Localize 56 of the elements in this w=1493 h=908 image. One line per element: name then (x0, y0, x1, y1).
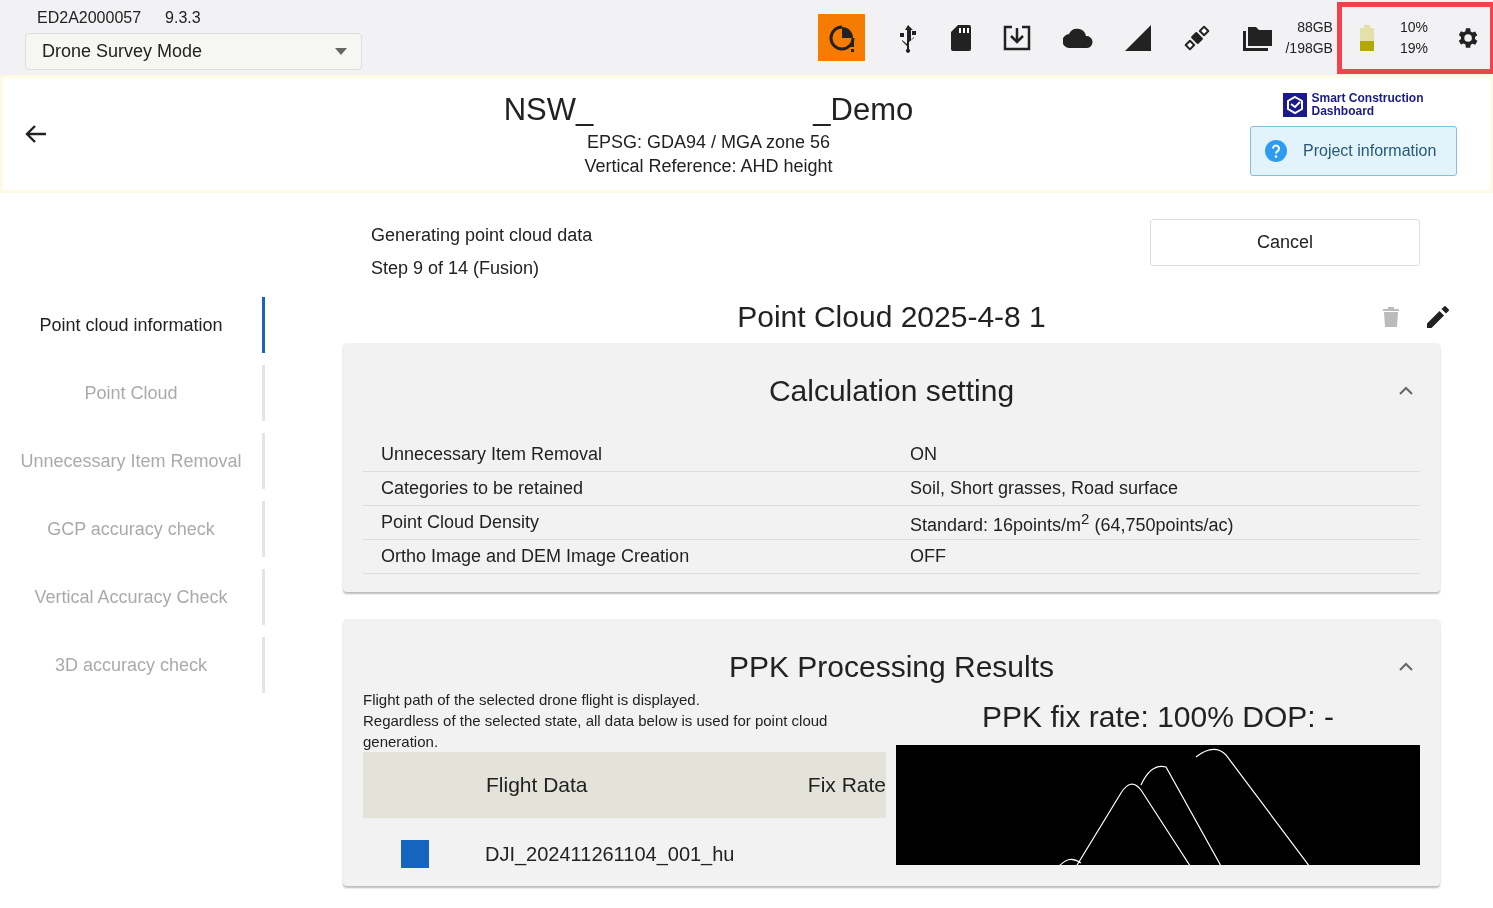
logo-text: Dashboard (1311, 105, 1376, 118)
setting-label: Point Cloud Density (381, 512, 541, 533)
project-title: NSW_ (503, 91, 594, 129)
vertical-reference: Vertical Reference: AHD height (584, 155, 833, 178)
storage-total: /198GB (1285, 38, 1333, 58)
note-text: Regardless of the selected state, all data below is used for point cloud generation. (363, 711, 829, 752)
chevron-icon[interactable] (1399, 662, 1413, 671)
folders-icon[interactable] (1243, 24, 1274, 51)
status-text: Generating point cloud data (371, 224, 593, 247)
project-title: _Demo (813, 91, 914, 129)
app-version: 9.3.3 (165, 9, 201, 27)
battery-reading: 19% (1399, 38, 1428, 58)
note-text: Flight path of the selected drone flight is displayed. (363, 690, 701, 710)
sidebar-item[interactable]: Vertical Accuracy Check (0, 569, 265, 625)
coordinate-system: EPSG: GDA94 / MGA zone 56 (586, 131, 831, 154)
serial-number: ED2A2000057 (37, 9, 142, 27)
logo-text: Smart Construction (1311, 92, 1424, 105)
cancel-button[interactable]: Cancel (1150, 219, 1420, 266)
back-arrow-icon[interactable] (25, 124, 47, 144)
battery-icon (1359, 24, 1374, 51)
signal-icon[interactable] (1125, 24, 1152, 51)
caret-icon (335, 48, 347, 55)
section-title: PPK Processing Results (728, 649, 1055, 684)
download-icon[interactable] (1003, 24, 1032, 51)
help-icon (1265, 140, 1287, 162)
setting-value: OFF (910, 546, 946, 567)
flight-data-name: DJI_202411261104_001_hu (485, 842, 735, 866)
setting-label: Unnecessary Item Removal (381, 444, 604, 465)
column-header: Flight Data (486, 773, 588, 797)
setting-value: Soil, Short grasses, Road surface (910, 478, 1179, 499)
mode-dropdown[interactable]: Drone Survey Mode (25, 33, 362, 70)
setting-value: Standard: 16points/m$^{2}$ (64,750points/ac) (910, 509, 1234, 536)
sidebar-item[interactable]: GCP accuracy check (0, 501, 265, 557)
sidebar-item[interactable]: Unnecessary Item Removal (0, 433, 265, 489)
column-header: Fix Rate (807, 773, 886, 797)
satellite-icon[interactable] (1183, 23, 1212, 52)
cloud-icon[interactable] (1063, 27, 1094, 48)
chevron-icon[interactable] (1399, 386, 1413, 395)
fix-rate-text: PPK fix rate: 100% DOP: - (982, 699, 1334, 735)
setting-label: Ortho Image and DEM Image Creation (381, 546, 691, 567)
setting-label: Categories to be retained (381, 478, 585, 499)
setting-value: ON (910, 444, 937, 465)
battery-reading: 10% (1399, 17, 1428, 37)
project-info-button[interactable]: Project information (1250, 126, 1457, 176)
checkbox[interactable] (401, 840, 429, 868)
storage-free: 88GB (1297, 17, 1333, 37)
sidebar-item[interactable]: Point cloud information (0, 297, 265, 353)
sd-card-icon[interactable] (951, 24, 972, 51)
point-cloud-title: Point Cloud 2025-4-8 1 (737, 300, 1046, 333)
sidebar-item[interactable]: 3D accuracy check (0, 637, 265, 693)
processing-alert-icon[interactable] (818, 14, 866, 61)
section-title: Calculation setting (768, 373, 1015, 408)
step-text: Step 9 of 14 (Fusion) (371, 257, 541, 280)
logo-icon (1283, 93, 1308, 117)
edit-pencil-icon[interactable] (1427, 306, 1449, 328)
sidebar-item[interactable]: Point Cloud (0, 365, 265, 421)
